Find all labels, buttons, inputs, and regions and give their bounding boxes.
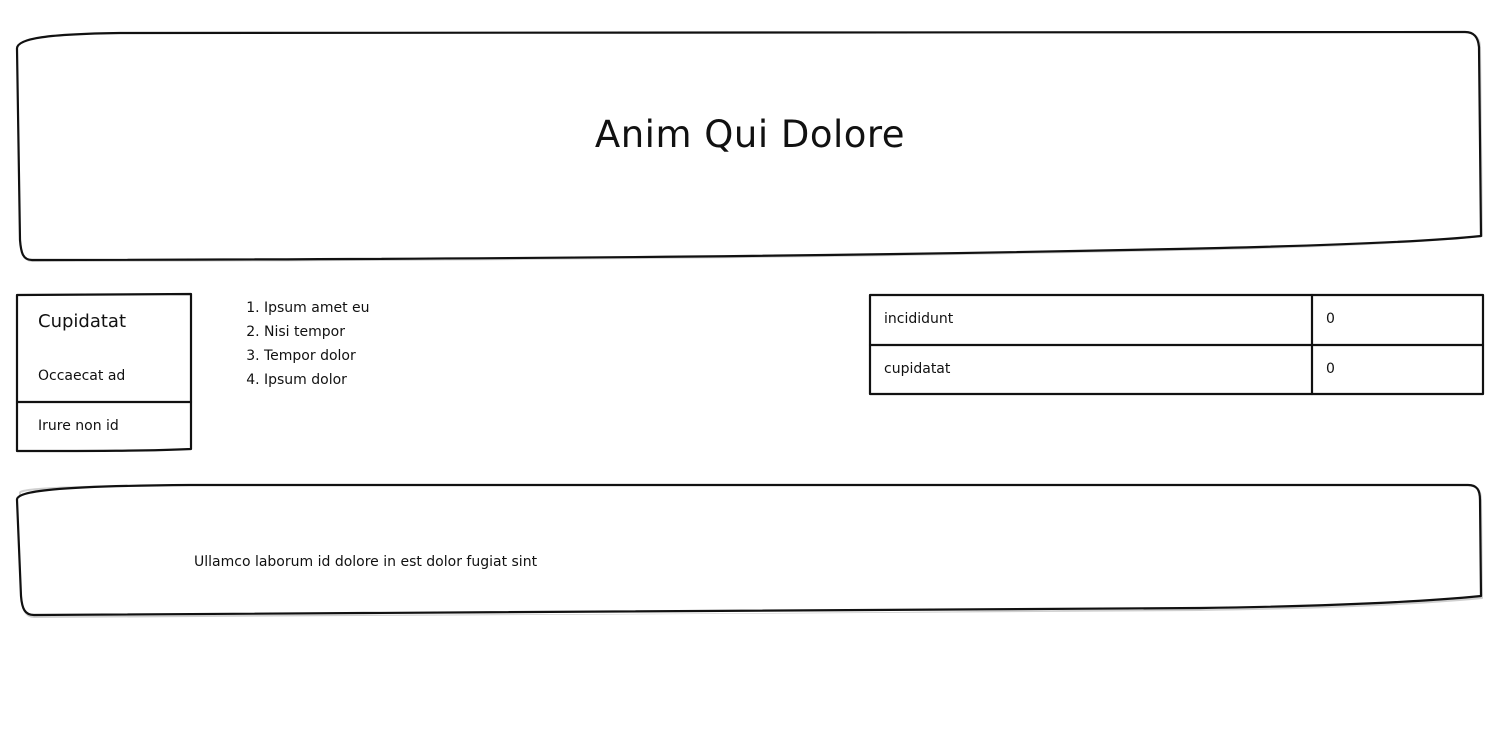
table-cell-value: 0	[1326, 361, 1335, 377]
ordered-list: Ipsum amet eu Nisi tempor Tempor dolor I…	[242, 296, 370, 392]
list-item: Tempor dolor	[264, 344, 370, 368]
list-item: Ipsum dolor	[264, 368, 370, 392]
list-item: Nisi tempor	[264, 320, 370, 344]
card-subtitle: Occaecat ad	[38, 368, 126, 384]
table-outline	[868, 293, 1485, 396]
table-cell-label: cupidatat	[884, 361, 951, 377]
table-cell-value: 0	[1326, 311, 1335, 327]
page-title: Anim Qui Dolore	[594, 113, 906, 156]
list-item: Ipsum amet eu	[264, 296, 370, 320]
footer-text: Ullamco laborum id dolore in est dolor f…	[194, 554, 538, 570]
table-cell-label: incididunt	[884, 311, 954, 327]
footer-panel-outline	[15, 483, 1483, 617]
card-heading: Cupidatat	[38, 311, 127, 332]
card-footer-text: Irure non id	[38, 418, 119, 434]
